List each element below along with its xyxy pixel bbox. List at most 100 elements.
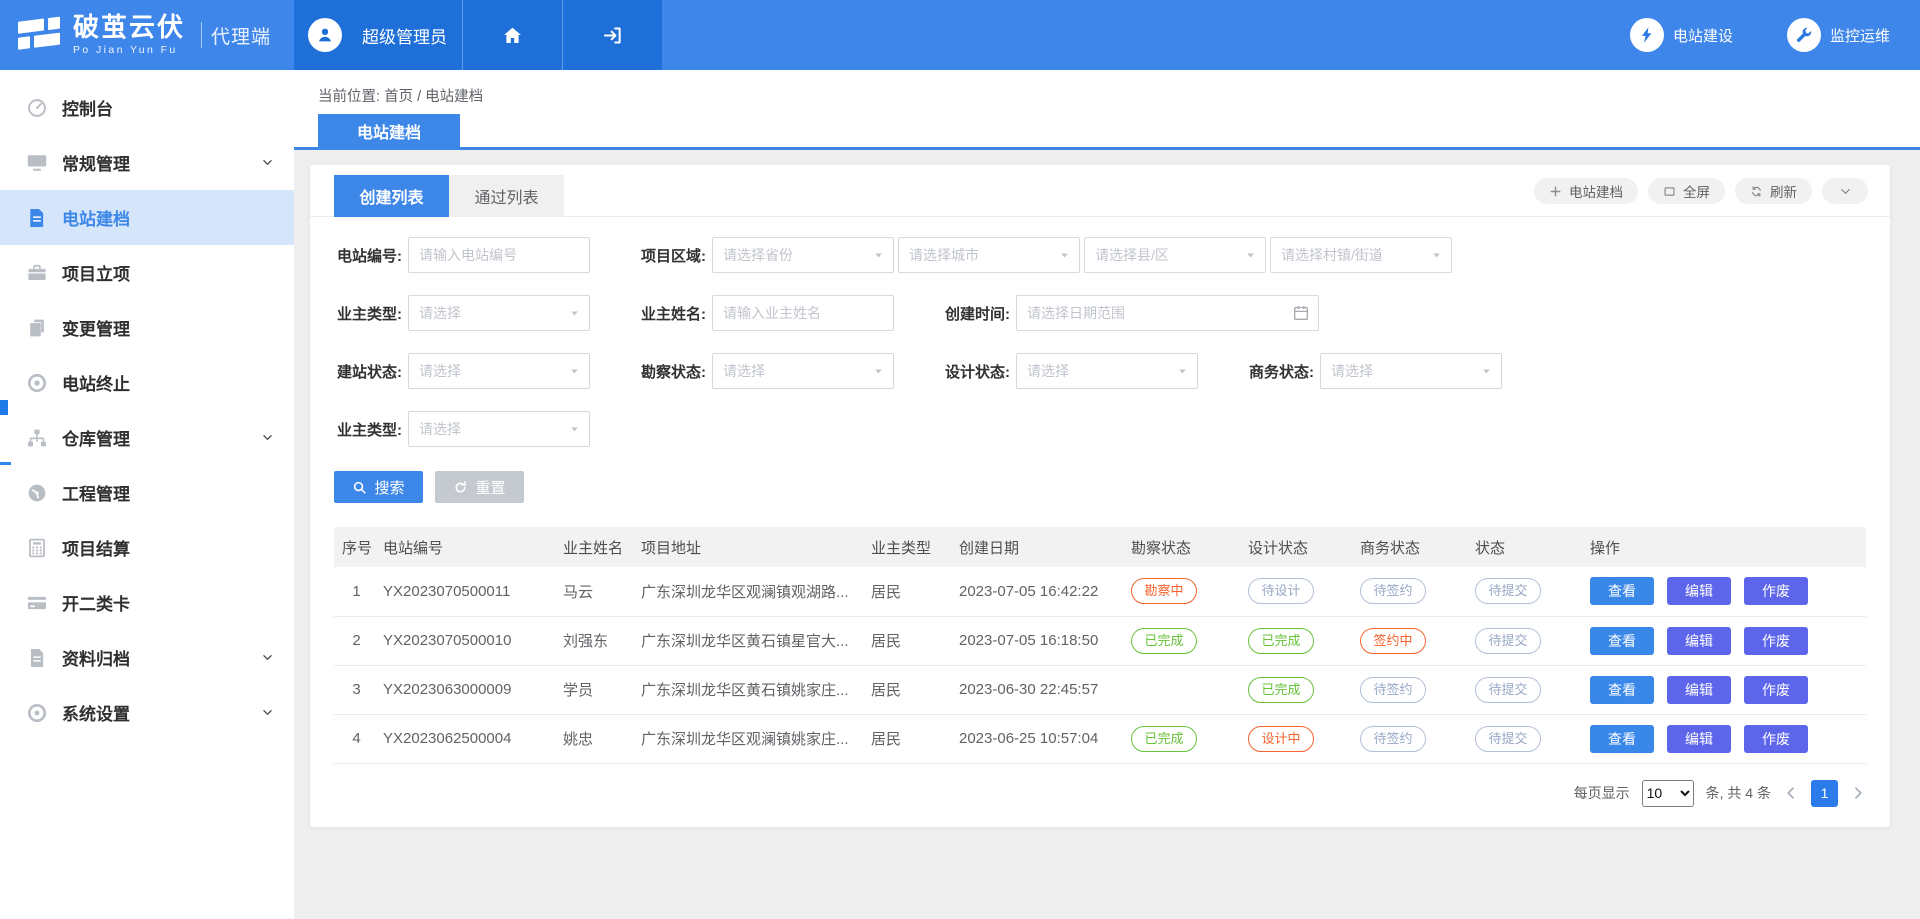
column-header: 状态 [1471,527,1586,567]
caret-down-icon [568,365,581,378]
void-button[interactable]: 作废 [1744,676,1808,704]
cell-business-status: 待签约 [1356,714,1471,763]
status-badge: 待签约 [1360,726,1426,752]
next-page-button[interactable] [1850,785,1866,801]
city-select[interactable]: 请选择城市 [898,237,1080,273]
station-code-input-group: 电站编号: [334,237,590,273]
sidebar-item-class2-card[interactable]: 开二类卡 [0,575,294,630]
cell-owner-name: 姚忠 [559,714,637,763]
cell-index: 3 [334,665,379,714]
refresh-button[interactable]: 刷新 [1735,178,1812,204]
view-button[interactable]: 查看 [1590,725,1654,753]
logo-icon [16,16,62,54]
tab-create-list[interactable]: 创建列表 [334,175,449,217]
sidebar-item-station-filing[interactable]: 电站建档 [0,190,294,245]
caret-down-icon [1430,249,1443,262]
station-construction-link[interactable]: 电站建设 [1630,18,1733,52]
filter-label: 业主姓名: [638,303,706,324]
calculator-icon [26,537,48,559]
home-button[interactable] [462,0,562,70]
user-menu[interactable]: 超级管理员 [294,0,462,70]
caret-down-icon [872,365,885,378]
prev-page-button[interactable] [1783,785,1799,801]
cell-design-status: 待设计 [1244,567,1356,616]
district-select[interactable]: 请选择县/区 [1084,237,1266,273]
void-button[interactable]: 作废 [1744,577,1808,605]
monitoring-ops-link[interactable]: 监控运维 [1787,18,1890,52]
stations-table: 序号电站编号业主姓名项目地址业主类型创建日期勘察状态设计状态商务状态状态操作1Y… [334,527,1866,764]
status-badge: 签约中 [1360,628,1426,654]
chevron-down-icon [261,431,274,444]
filter-label: 商务状态: [1246,361,1314,382]
page-size-select[interactable]: 10 [1642,780,1694,807]
cell-design-status: 设计中 [1244,714,1356,763]
sidebar-item-station-termination[interactable]: 电站终止 [0,355,294,410]
owner-name-input[interactable] [712,295,894,331]
owner-type-select-group: 业主类型:请选择 [334,295,590,331]
sidebar-item-system-settings[interactable]: 系统设置 [0,685,294,740]
filter-label: 建站状态: [334,361,402,382]
avatar [308,18,342,52]
cell-survey-status: 勘察中 [1127,567,1244,616]
build-status-select[interactable]: 请选择 [408,353,590,389]
edit-button[interactable]: 编辑 [1667,676,1731,704]
page-tab[interactable]: 电站建档 [318,114,460,147]
breadcrumb-path[interactable]: 首页 / 电站建档 [384,89,483,105]
sidebar-item-general-management[interactable]: 常规管理 [0,135,294,190]
void-button[interactable]: 作废 [1744,627,1808,655]
survey-status-select[interactable]: 请选择 [712,353,894,389]
wrench-icon [1795,26,1813,44]
column-header: 创建日期 [955,527,1127,567]
sidebar-item-warehouse-management[interactable]: 仓库管理 [0,410,294,465]
search-button[interactable]: 搜索 [334,471,423,503]
status-badge: 设计中 [1248,726,1314,752]
sidebar-item-project-initiation[interactable]: 项目立项 [0,245,294,300]
create-time-range-picker[interactable]: 请选择日期范围 [1016,295,1319,331]
owner-type-select[interactable]: 请选择 [408,295,590,331]
cell-actions: 查看编辑作废 [1586,616,1866,665]
view-button[interactable]: 查看 [1590,627,1654,655]
card-icon [26,592,48,614]
content-area: 创建列表通过列表 电站建档全屏刷新 电站编号:项目区域:请选择省份请选择城市请选… [294,150,1920,916]
business-status-select[interactable]: 请选择 [1320,353,1502,389]
cell-design-status: 已完成 [1244,616,1356,665]
view-button[interactable]: 查看 [1590,676,1654,704]
panel-header: 创建列表通过列表 电站建档全屏刷新 [310,165,1890,217]
sidebar-item-data-archiving[interactable]: 资料归档 [0,630,294,685]
sidebar-item-change-management[interactable]: 变更管理 [0,300,294,355]
void-button[interactable]: 作废 [1744,725,1808,753]
cell-index: 2 [334,616,379,665]
lightning-icon [1638,26,1656,44]
edit-button[interactable]: 编辑 [1667,725,1731,753]
briefcase-icon [26,262,48,284]
cell-survey-status: 已完成 [1127,714,1244,763]
owner-type-select-2[interactable]: 请选择 [408,411,590,447]
sidebar-item-console[interactable]: 控制台 [0,80,294,135]
cell-owner-name: 刘强东 [559,616,637,665]
edit-button[interactable]: 编辑 [1667,577,1731,605]
sidebar-item-engineering-management[interactable]: 工程管理 [0,465,294,520]
caret-down-icon [1176,365,1189,378]
reset-button[interactable]: 重置 [435,471,524,503]
design-status-select[interactable]: 请选择 [1016,353,1198,389]
edit-button[interactable]: 编辑 [1667,627,1731,655]
cell-survey-status [1127,665,1244,714]
create-station-file-button[interactable]: 电站建档 [1534,178,1638,204]
filter-label: 项目区域: [638,245,706,266]
reset-icon [453,480,468,495]
collapse-panel-button[interactable] [1822,178,1868,204]
fullscreen-button[interactable]: 全屏 [1648,178,1725,204]
document-icon [26,207,48,229]
cell-address: 广东深圳龙华区黄石镇星官大... [637,616,867,665]
scroll-indicator [0,462,11,465]
column-header: 业主姓名 [559,527,637,567]
tab-approved-list[interactable]: 通过列表 [449,175,564,217]
station-code-input[interactable] [408,237,590,273]
sidebar-item-project-settlement[interactable]: 项目结算 [0,520,294,575]
filter-label: 业主类型: [334,419,402,440]
village-select[interactable]: 请选择村镇/街道 [1270,237,1452,273]
current-page-button[interactable]: 1 [1811,780,1838,807]
logout-button[interactable] [562,0,662,70]
province-select[interactable]: 请选择省份 [712,237,894,273]
view-button[interactable]: 查看 [1590,577,1654,605]
